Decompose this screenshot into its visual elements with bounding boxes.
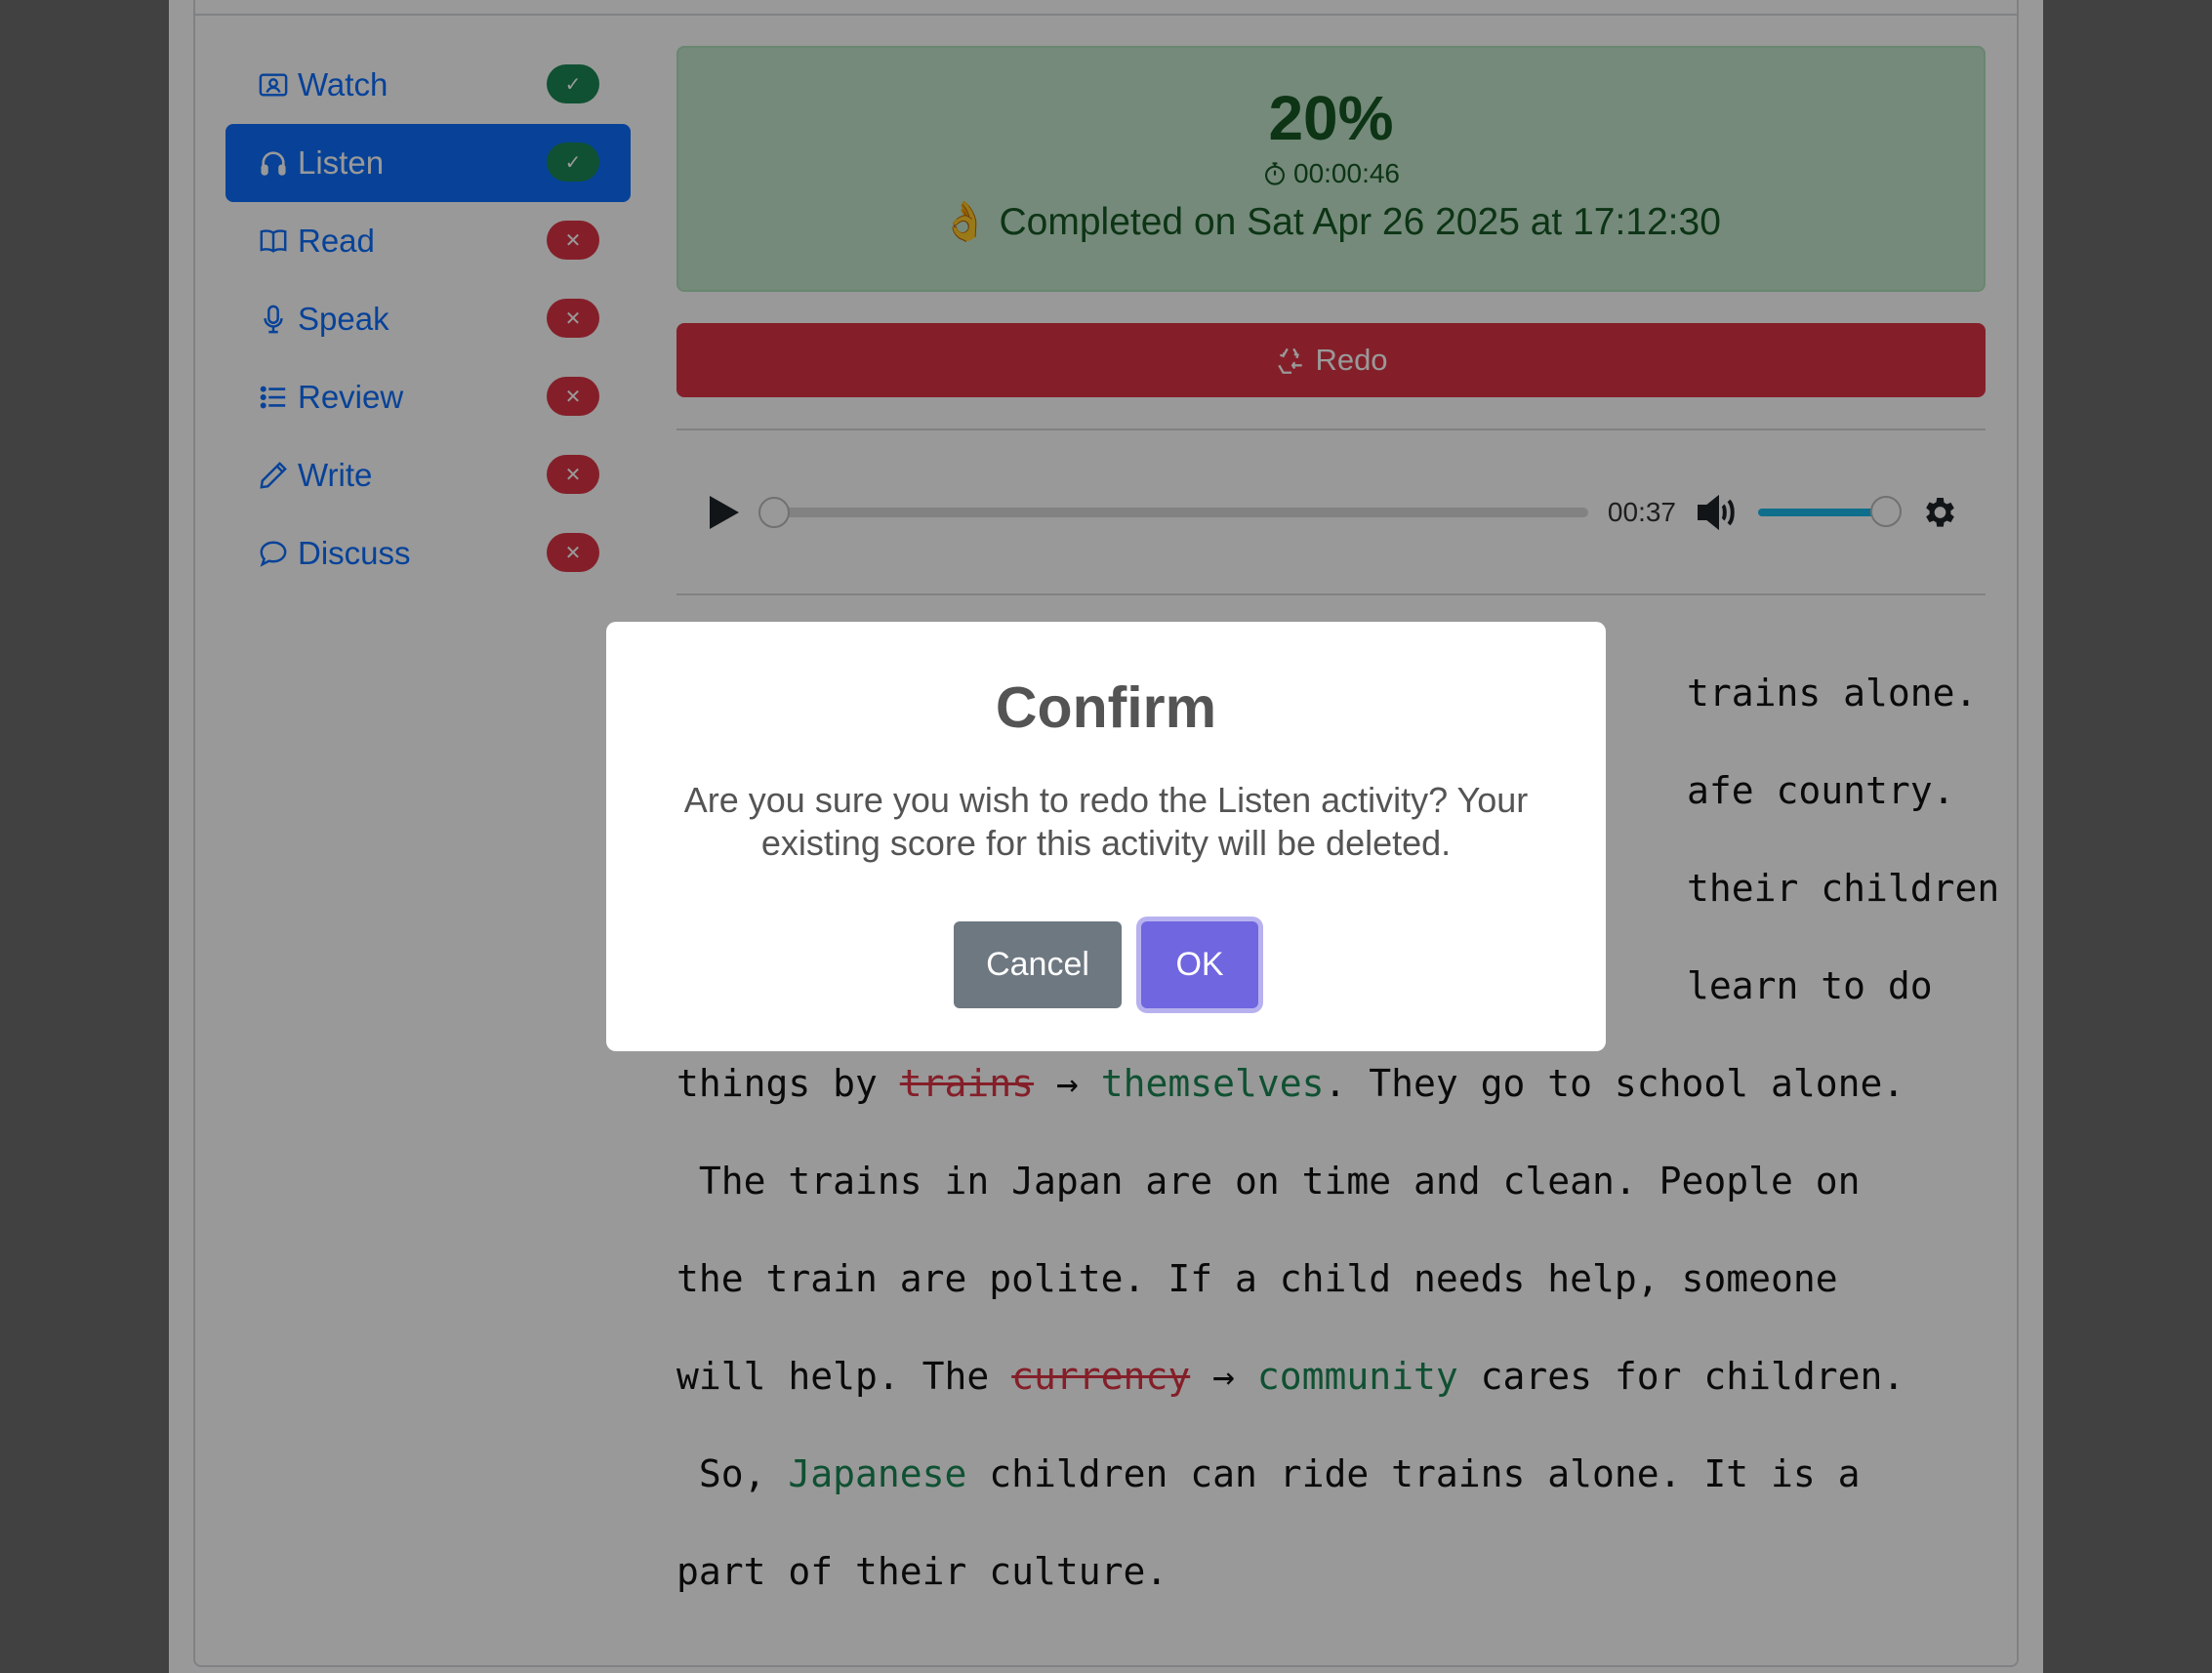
dialog-title: Confirm xyxy=(995,675,1217,740)
confirm-dialog: Confirm Are you sure you wish to redo th… xyxy=(606,622,1606,1051)
cancel-button[interactable]: Cancel xyxy=(954,921,1122,1008)
ok-button[interactable]: OK xyxy=(1141,921,1258,1008)
dialog-message: Are you sure you wish to redo the Listen… xyxy=(683,780,1529,863)
dialog-actions: Cancel OK xyxy=(606,921,1606,1008)
